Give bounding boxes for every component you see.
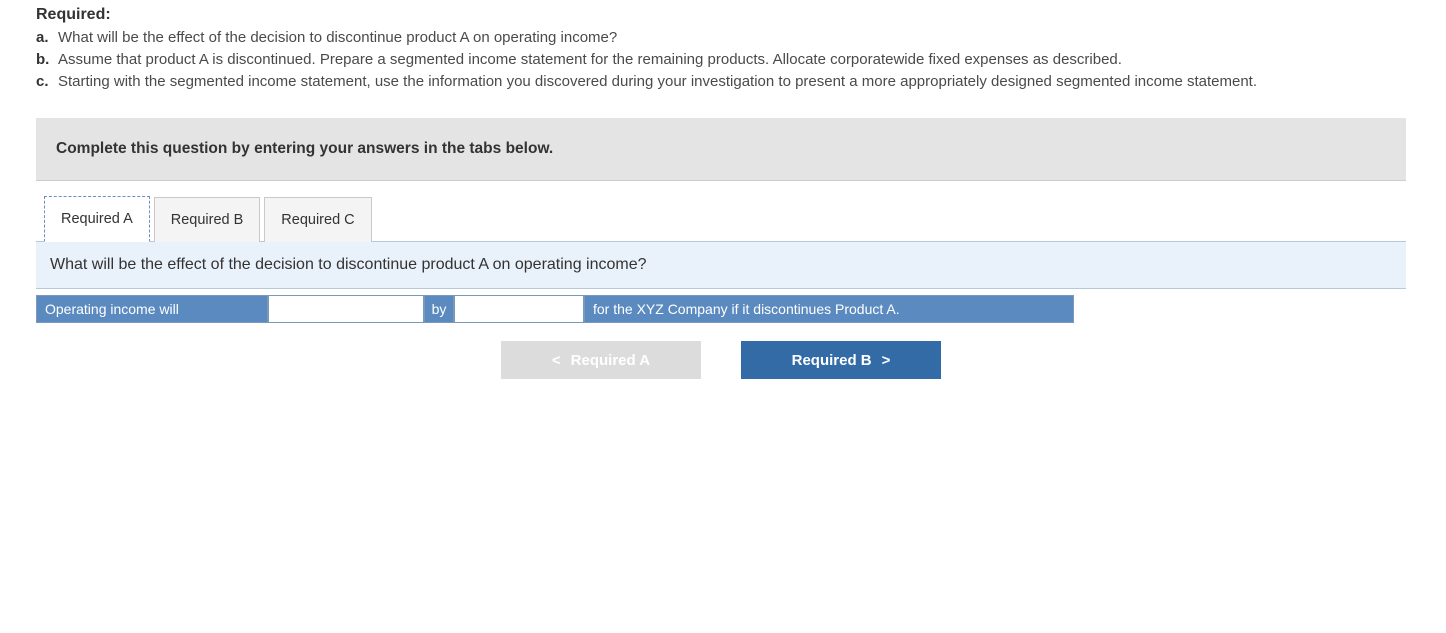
required-text: Starting with the segmented income state… (58, 72, 1446, 92)
required-letter: b. (36, 50, 58, 70)
page-root: Required: a. What will be the effect of … (0, 0, 1446, 379)
required-item-c: c. Starting with the segmented income st… (36, 72, 1446, 92)
answer-amount-input[interactable] (455, 296, 583, 322)
instruction-bar: Complete this question by entering your … (36, 118, 1406, 181)
next-button-label: Required B (792, 352, 872, 369)
tabs-row: Required A Required B Required C (36, 195, 1406, 242)
answer-row: Operating income will by for the XYZ Com… (36, 295, 1406, 323)
answer-direction-select[interactable] (269, 296, 423, 322)
answer-amount-cell (454, 295, 584, 323)
required-item-a: a. What will be the effect of the decisi… (36, 28, 1446, 48)
prev-button-label: Required A (571, 352, 650, 369)
answer-panel: Complete this question by entering your … (36, 118, 1406, 379)
tab-label: Required C (281, 212, 354, 228)
required-title: Required: (36, 4, 1446, 26)
chevron-right-icon: > (882, 352, 891, 369)
chevron-left-icon: < (552, 352, 561, 369)
tab-required-c[interactable]: Required C (264, 197, 371, 242)
tab-label: Required B (171, 212, 244, 228)
answer-lead-label: Operating income will (36, 295, 268, 323)
required-letter: c. (36, 72, 58, 92)
required-text: What will be the effect of the decision … (58, 28, 1446, 48)
answer-direction-cell (268, 295, 424, 323)
required-letter: a. (36, 28, 58, 48)
required-block: Required: a. What will be the effect of … (0, 4, 1446, 92)
required-item-b: b. Assume that product A is discontinued… (36, 50, 1446, 70)
tab-label: Required A (61, 211, 133, 227)
nav-row: < Required A Required B > (36, 341, 1406, 379)
answer-tail-label: for the XYZ Company if it discontinues P… (584, 295, 1074, 323)
tab-required-b[interactable]: Required B (154, 197, 261, 242)
question-bar: What will be the effect of the decision … (36, 242, 1406, 289)
next-button[interactable]: Required B > (741, 341, 941, 379)
answer-by-label: by (424, 295, 454, 323)
required-text: Assume that product A is discontinued. P… (58, 50, 1446, 70)
tab-required-a[interactable]: Required A (44, 196, 150, 242)
prev-button[interactable]: < Required A (501, 341, 701, 379)
